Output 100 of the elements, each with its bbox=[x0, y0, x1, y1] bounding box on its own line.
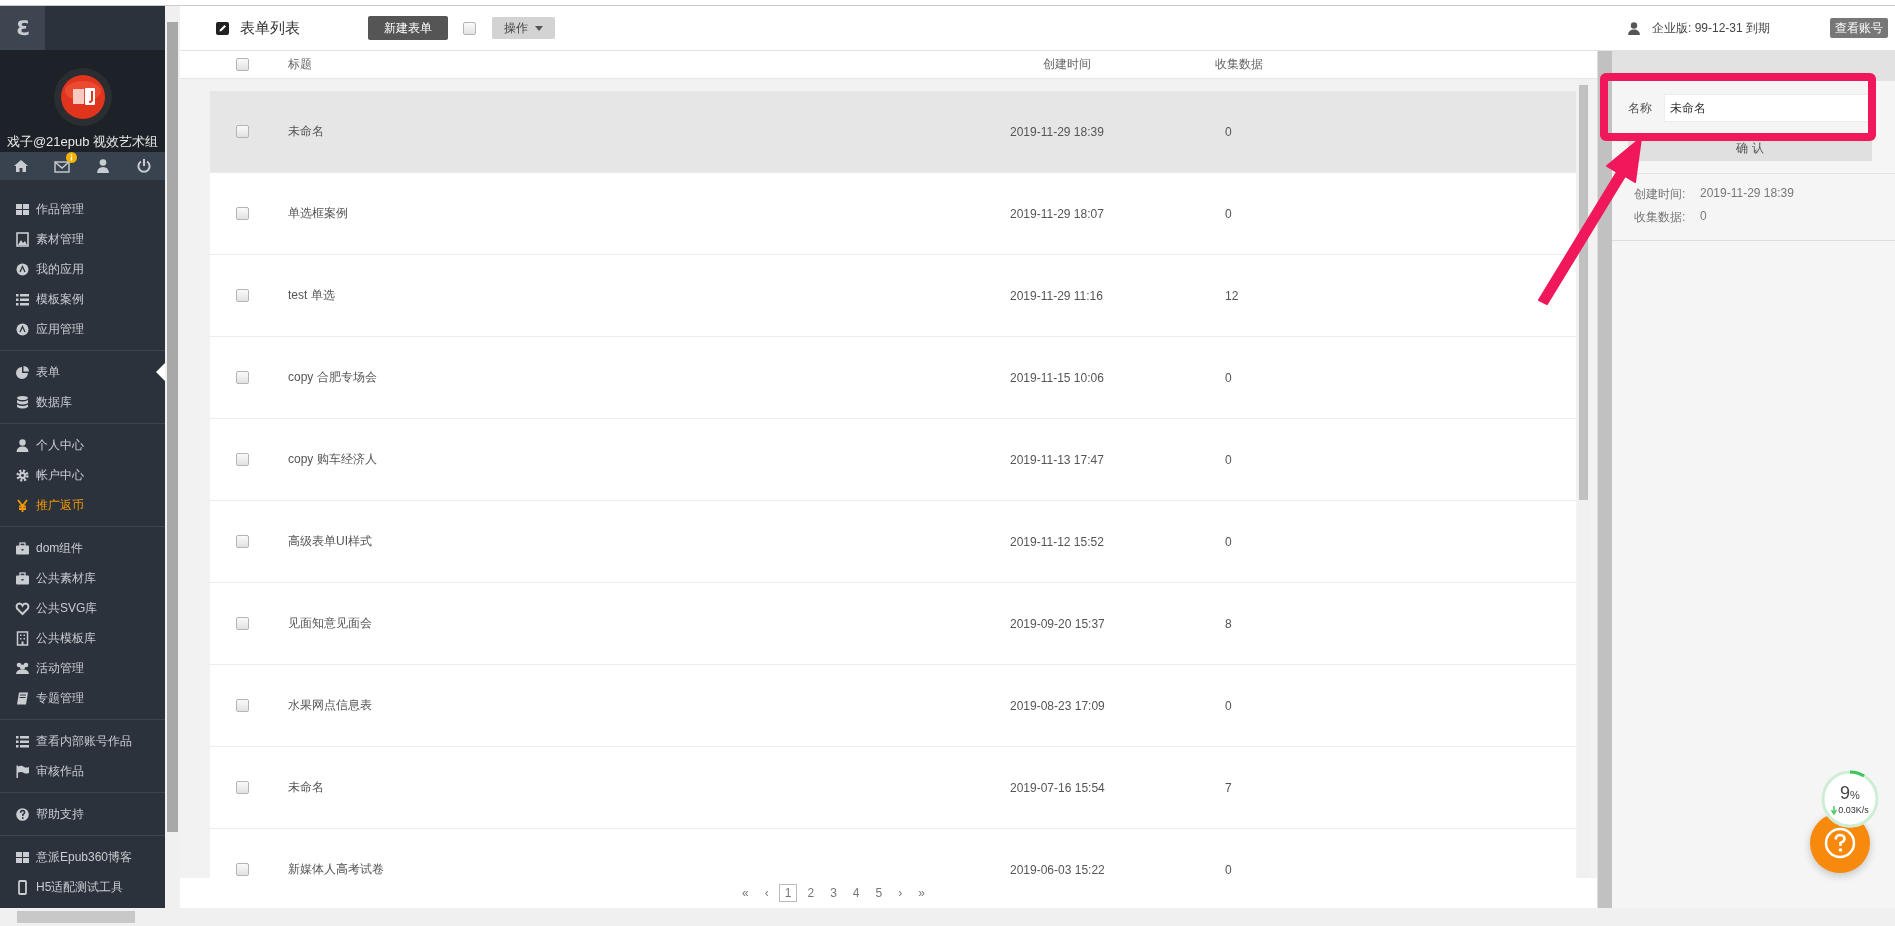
heart-icon bbox=[15, 600, 30, 616]
table-cell: 2019-11-15 10:06 bbox=[1010, 370, 1104, 385]
help-icon bbox=[15, 806, 30, 822]
menu-item[interactable]: 推广返币 bbox=[15, 496, 84, 514]
page-link[interactable]: 5 bbox=[869, 884, 889, 902]
table-cell: 单选框案例 bbox=[288, 206, 348, 220]
menu-item[interactable]: dom组件 bbox=[15, 539, 84, 557]
table-row[interactable]: 未命名 2019-11-29 18:39 0 bbox=[210, 91, 1576, 173]
table-cell: 0 bbox=[1225, 452, 1232, 467]
table-cell: 新媒体人高考试卷 bbox=[288, 862, 384, 876]
table-cell: 2019-11-13 17:47 bbox=[1010, 452, 1104, 467]
page-link[interactable]: 2 bbox=[801, 884, 821, 902]
power-icon[interactable] bbox=[136, 158, 153, 175]
menu-item[interactable]: 审核作品 bbox=[15, 762, 84, 780]
menu-item[interactable]: 作品管理 bbox=[15, 200, 84, 218]
page-link[interactable]: 3 bbox=[824, 884, 843, 902]
checkbox[interactable] bbox=[236, 289, 249, 302]
database-icon bbox=[15, 394, 30, 410]
avatar bbox=[52, 67, 113, 127]
yen-icon bbox=[15, 497, 30, 513]
table-row[interactable]: 高级表单UI样式 2019-11-12 15:52 0 bbox=[210, 501, 1576, 583]
table-cell: 2019-11-12 15:52 bbox=[1010, 534, 1104, 549]
actions-dropdown[interactable]: 操作 bbox=[492, 17, 555, 39]
info-label: 收集数据: bbox=[1634, 209, 1687, 226]
down-arrow-icon bbox=[1831, 805, 1838, 815]
page-link[interactable]: › bbox=[892, 884, 909, 902]
new-form-button[interactable]: 新建表单 bbox=[368, 16, 448, 40]
table-cell: 2019-08-23 17:09 bbox=[1010, 698, 1105, 713]
grid-icon bbox=[15, 849, 30, 865]
logo[interactable]: ℇ bbox=[0, 6, 45, 50]
mail-icon[interactable] bbox=[53, 158, 70, 175]
menu-item[interactable]: 公共素材库 bbox=[15, 569, 96, 587]
table-row[interactable]: 水果网点信息表 2019-08-23 17:09 0 bbox=[210, 665, 1576, 747]
menu-item[interactable]: 数据库 bbox=[15, 393, 72, 411]
menu-item[interactable]: 查看内部账号作品 bbox=[15, 732, 132, 750]
checkbox[interactable] bbox=[236, 371, 249, 384]
home-icon[interactable] bbox=[12, 158, 29, 175]
info-value: 2019-11-29 18:39 bbox=[1700, 186, 1794, 202]
menu-item[interactable]: 素材管理 bbox=[15, 230, 84, 248]
briefcase-icon bbox=[15, 570, 30, 586]
edit-icon bbox=[216, 21, 229, 35]
table-row[interactable]: copy 购车经济人 2019-11-13 17:47 0 bbox=[210, 419, 1576, 501]
table-cell: 未命名 bbox=[288, 124, 324, 138]
menu-item[interactable]: 表单 bbox=[15, 363, 60, 381]
scrollbar[interactable] bbox=[1597, 51, 1612, 908]
page-link[interactable]: « bbox=[736, 884, 755, 902]
pie-chart-icon bbox=[15, 364, 30, 380]
column-header: 标题 bbox=[288, 57, 312, 71]
menu-item[interactable]: H5适配测试工具 bbox=[15, 878, 124, 896]
table-row[interactable]: 未命名 2019-07-16 15:54 7 bbox=[210, 747, 1576, 829]
checkbox[interactable] bbox=[236, 617, 249, 630]
menu-item[interactable]: 个人中心 bbox=[15, 436, 84, 454]
menu-item[interactable]: 帮助支持 bbox=[15, 805, 84, 823]
table-row[interactable]: 见面知意见面会 2019-09-20 15:37 8 bbox=[210, 583, 1576, 665]
menu-item[interactable]: 公共SVG库 bbox=[15, 599, 98, 617]
menu-item[interactable]: 应用管理 bbox=[15, 320, 84, 338]
building-icon bbox=[15, 630, 30, 646]
menu-item[interactable]: 公共模板库 bbox=[15, 629, 96, 647]
user-icon[interactable] bbox=[95, 158, 112, 175]
scrollbar[interactable] bbox=[165, 6, 180, 908]
checkbox[interactable] bbox=[236, 453, 249, 466]
page-link[interactable]: 4 bbox=[846, 884, 866, 902]
user-icon bbox=[1628, 21, 1640, 35]
grid-icon bbox=[15, 201, 30, 217]
checkbox[interactable] bbox=[463, 21, 476, 35]
notification-badge-icon bbox=[65, 152, 77, 164]
table-cell: 0 bbox=[1225, 862, 1232, 877]
checkbox[interactable] bbox=[236, 535, 249, 548]
table-row[interactable]: 单选框案例 2019-11-29 18:07 0 bbox=[210, 173, 1576, 255]
field-label: 名称 bbox=[1628, 99, 1652, 117]
checkbox[interactable] bbox=[236, 125, 249, 138]
table-row[interactable]: test 单选 2019-11-29 11:16 12 bbox=[210, 255, 1576, 337]
table-cell: 0 bbox=[1225, 370, 1232, 385]
table-cell: 0 bbox=[1225, 534, 1232, 549]
view-account-button[interactable]: 查看账号 bbox=[1830, 18, 1888, 38]
checkbox[interactable] bbox=[236, 699, 249, 712]
menu-item[interactable]: 模板案例 bbox=[15, 290, 84, 308]
page-title: 表单列表 bbox=[240, 18, 300, 38]
scrollbar[interactable] bbox=[0, 908, 1895, 926]
menu-item[interactable]: 活动管理 bbox=[15, 659, 84, 677]
info-label: 创建时间: bbox=[1634, 186, 1687, 203]
table-cell: 高级表单UI样式 bbox=[288, 534, 372, 548]
page-link[interactable]: ‹ bbox=[758, 884, 775, 902]
checkbox[interactable] bbox=[236, 781, 249, 794]
checkbox[interactable] bbox=[236, 863, 249, 876]
checkbox[interactable] bbox=[236, 58, 249, 71]
menu-item[interactable]: 帐户中心 bbox=[15, 466, 84, 484]
menu-item[interactable]: 意派Epub360博客 bbox=[15, 848, 133, 866]
progress-ring bbox=[1820, 769, 1880, 829]
page-link[interactable]: 1 bbox=[778, 884, 798, 902]
menu-item[interactable]: 我的应用 bbox=[15, 260, 84, 278]
page-link[interactable]: » bbox=[912, 884, 931, 902]
question-icon bbox=[1823, 826, 1857, 860]
table-row[interactable]: 新媒体人高考试卷 2019-06-03 15:22 0 bbox=[210, 829, 1576, 878]
checkbox[interactable] bbox=[236, 207, 249, 220]
table-row[interactable]: copy 合肥专场会 2019-11-15 10:06 0 bbox=[210, 337, 1576, 419]
list-icon bbox=[15, 291, 30, 307]
table-cell: 0 bbox=[1225, 698, 1232, 713]
menu-item[interactable]: 专题管理 bbox=[15, 689, 84, 707]
table-cell: test 单选 bbox=[288, 288, 335, 302]
